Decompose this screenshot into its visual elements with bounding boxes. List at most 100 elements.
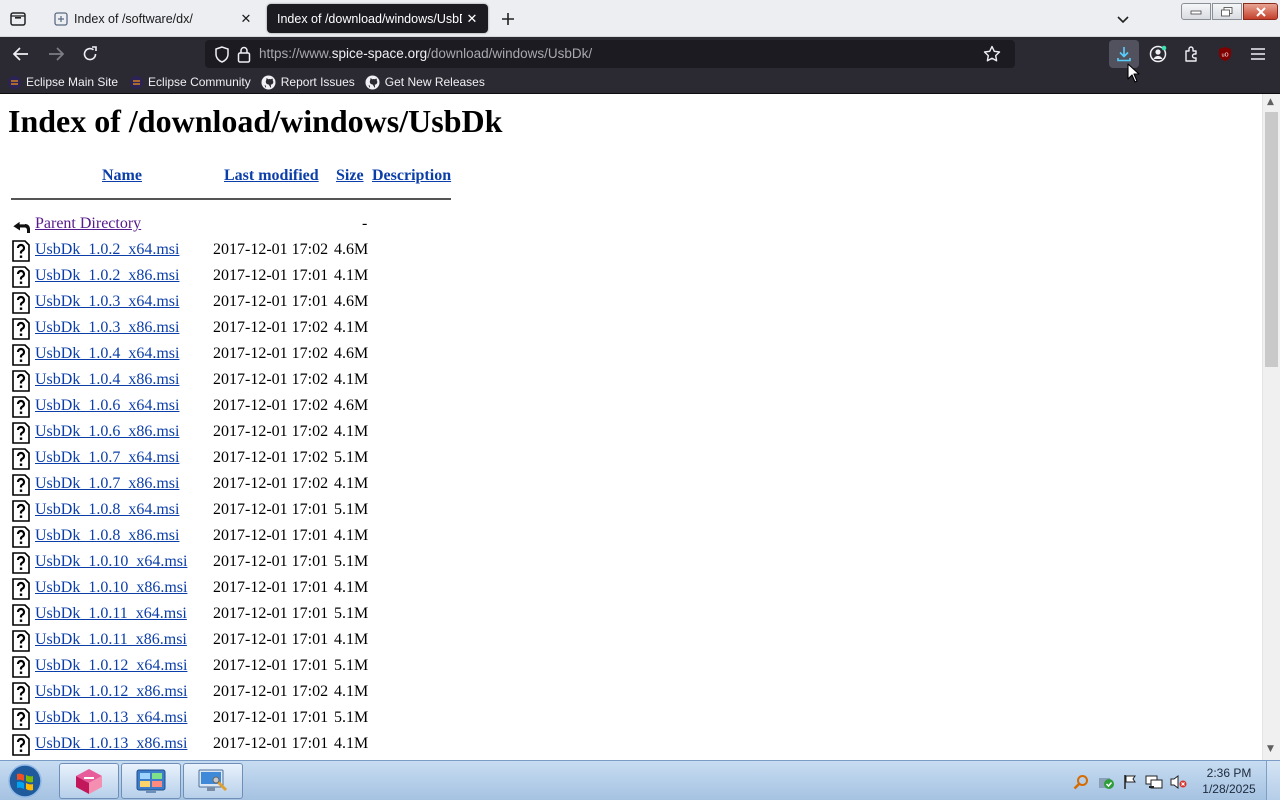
network-icon[interactable] xyxy=(1145,773,1163,791)
tab-title: Index of /download/windows/UsbD xyxy=(277,11,462,26)
minimize-button[interactable] xyxy=(1181,3,1211,20)
url-text[interactable]: https://www.spice-space.org/download/win… xyxy=(259,46,592,61)
unknown-file-icon xyxy=(12,656,30,678)
column-header-description[interactable]: Description xyxy=(372,167,451,185)
windows-taskbar: 2:36 PM 1/28/2025 xyxy=(0,760,1280,800)
taskbar-app-1[interactable] xyxy=(59,763,119,799)
file-link[interactable]: UsbDk_1.0.8_x64.msi xyxy=(35,501,179,519)
file-modified: 2017-12-01 17:02 xyxy=(213,475,329,492)
reload-button[interactable] xyxy=(78,42,102,66)
scrollbar-thumb[interactable] xyxy=(1265,112,1278,367)
action-center-flag-icon[interactable] xyxy=(1121,773,1139,791)
address-bar[interactable]: https://www.spice-space.org/download/win… xyxy=(205,40,1015,68)
column-header-name[interactable]: Name xyxy=(102,167,142,185)
file-link[interactable]: UsbDk_1.0.2_x64.msi xyxy=(35,241,179,259)
file-link[interactable]: UsbDk_1.0.10_x64.msi xyxy=(35,553,187,571)
file-size: 5.1M xyxy=(334,501,369,518)
column-header-last-modified[interactable]: Last modified xyxy=(224,167,319,185)
new-tab-button[interactable] xyxy=(497,8,519,30)
file-link[interactable]: UsbDk_1.0.13_x86.msi xyxy=(35,735,187,753)
windows-start-orb-icon xyxy=(8,764,42,798)
file-link[interactable]: UsbDk_1.0.4_x86.msi xyxy=(35,371,179,389)
taskbar-app-2[interactable] xyxy=(121,763,181,799)
file-link[interactable]: UsbDk_1.0.2_x86.msi xyxy=(35,267,179,285)
reload-icon xyxy=(83,46,97,61)
page-scrollbar[interactable]: ▲ ▼ xyxy=(1262,94,1280,760)
url-scheme: https://www. xyxy=(259,46,332,61)
taskbar-app-3[interactable] xyxy=(183,763,243,799)
file-link[interactable]: UsbDk_1.0.7_x86.msi xyxy=(35,475,179,493)
file-row: UsbDk_1.0.3_x64.msi 2017-12-01 17:01 4.6M xyxy=(11,289,471,315)
file-modified: 2017-12-01 17:02 xyxy=(213,345,329,362)
file-modified: 2017-12-01 17:01 xyxy=(213,579,329,596)
close-tab-icon[interactable]: ✕ xyxy=(462,9,482,29)
firefox-view-button[interactable] xyxy=(6,8,30,30)
file-link[interactable]: UsbDk_1.0.11_x64.msi xyxy=(35,605,187,623)
bookmark-label: Get New Releases xyxy=(384,75,485,89)
bookmark-label: Eclipse Community xyxy=(148,75,251,89)
file-link[interactable]: UsbDk_1.0.3_x64.msi xyxy=(35,293,179,311)
taskbar-clock[interactable]: 2:36 PM 1/28/2025 xyxy=(1196,765,1262,797)
bookmarks-toolbar: Eclipse Main Site Eclipse Community Repo… xyxy=(0,71,1280,94)
unknown-file-icon xyxy=(12,292,30,314)
extensions-button[interactable] xyxy=(1180,42,1204,66)
close-tab-icon[interactable]: ✕ xyxy=(236,9,256,29)
file-size: 5.1M xyxy=(334,709,369,726)
file-link[interactable]: UsbDk_1.0.12_x64.msi xyxy=(35,657,187,675)
file-link[interactable]: UsbDk_1.0.6_x64.msi xyxy=(35,397,179,415)
eclipse-icon xyxy=(6,74,22,90)
bookmark-eclipse-main-site[interactable]: Eclipse Main Site xyxy=(6,74,118,90)
file-modified: 2017-12-01 17:01 xyxy=(213,657,329,674)
file-link[interactable]: UsbDk_1.0.7_x64.msi xyxy=(35,449,179,467)
start-button[interactable] xyxy=(4,762,46,800)
page-content: Index of /download/windows/UsbDk Name La… xyxy=(0,94,1262,760)
tray-security-icon[interactable] xyxy=(1097,773,1115,791)
unknown-file-icon xyxy=(12,448,30,470)
file-row: UsbDk_1.0.13_x64.msi 2017-12-01 17:01 5.1M xyxy=(11,705,471,731)
arrow-right-icon xyxy=(49,47,64,61)
minimize-icon xyxy=(1190,10,1202,14)
file-modified: 2017-12-01 17:02 xyxy=(213,423,329,440)
file-size: 5.1M xyxy=(334,449,369,466)
unknown-file-icon xyxy=(12,370,30,392)
file-link[interactable]: UsbDk_1.0.4_x64.msi xyxy=(35,345,179,363)
restore-button[interactable] xyxy=(1212,3,1242,20)
list-all-tabs-button[interactable] xyxy=(1112,8,1134,30)
file-row: UsbDk_1.0.3_x86.msi 2017-12-01 17:02 4.1M xyxy=(11,315,471,341)
tracking-protection-icon[interactable] xyxy=(214,46,230,63)
file-link[interactable]: UsbDk_1.0.8_x86.msi xyxy=(35,527,179,545)
forward-button[interactable] xyxy=(44,42,68,66)
show-desktop-button[interactable] xyxy=(1266,761,1280,800)
bookmark-get-new-releases[interactable]: Get New Releases xyxy=(365,74,485,90)
tray-search-icon[interactable] xyxy=(1072,773,1090,791)
file-link[interactable]: UsbDk_1.0.3_x86.msi xyxy=(35,319,179,337)
parent-directory-row: Parent Directory - xyxy=(11,211,471,237)
app-menu-button[interactable] xyxy=(1246,42,1270,66)
file-size: 4.1M xyxy=(334,319,369,336)
file-modified: 2017-12-01 17:02 xyxy=(213,449,329,466)
tab-usbdk[interactable]: Index of /download/windows/UsbD ✕ xyxy=(267,4,488,33)
unknown-file-icon xyxy=(12,526,30,548)
bookmark-report-issues[interactable]: Report Issues xyxy=(261,74,355,90)
close-window-button[interactable] xyxy=(1243,3,1278,20)
file-size: 4.1M xyxy=(334,735,369,752)
file-link[interactable]: UsbDk_1.0.6_x86.msi xyxy=(35,423,179,441)
parent-directory-link[interactable]: Parent Directory xyxy=(35,215,141,233)
unknown-file-icon xyxy=(12,240,30,262)
column-header-size[interactable]: Size xyxy=(336,167,364,185)
volume-muted-icon[interactable] xyxy=(1170,773,1188,791)
ublock-button[interactable]: uO xyxy=(1213,42,1237,66)
file-link[interactable]: UsbDk_1.0.10_x86.msi xyxy=(35,579,187,597)
account-button[interactable] xyxy=(1146,42,1170,66)
file-modified: 2017-12-01 17:01 xyxy=(213,735,329,752)
scroll-down-arrow-icon[interactable]: ▼ xyxy=(1267,744,1274,754)
lock-icon[interactable] xyxy=(237,46,251,63)
back-button[interactable] xyxy=(9,42,33,66)
bookmark-eclipse-community[interactable]: Eclipse Community xyxy=(128,74,251,90)
file-link[interactable]: UsbDk_1.0.13_x64.msi xyxy=(35,709,187,727)
scroll-up-arrow-icon[interactable]: ▲ xyxy=(1267,97,1274,107)
bookmark-star-icon[interactable] xyxy=(983,45,1001,63)
file-link[interactable]: UsbDk_1.0.12_x86.msi xyxy=(35,683,187,701)
tab-software-dx[interactable]: Index of /software/dx/ ✕ xyxy=(40,4,262,33)
file-link[interactable]: UsbDk_1.0.11_x86.msi xyxy=(35,631,187,649)
